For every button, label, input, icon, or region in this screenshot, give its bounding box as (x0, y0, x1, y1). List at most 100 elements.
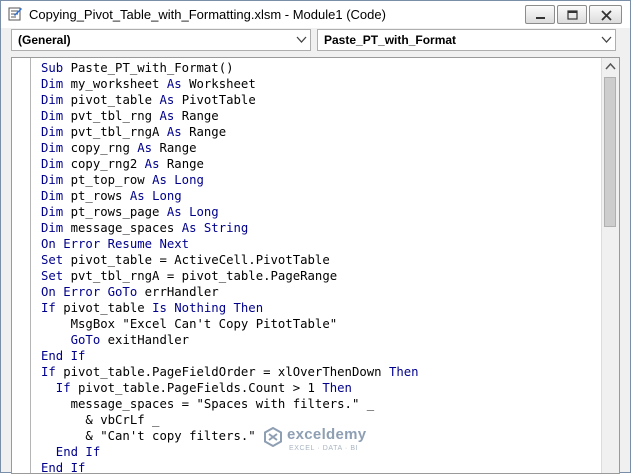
code-keyword: Dim (41, 157, 71, 171)
code-text-token: pivot_table.PageFieldOrder = xlOverThenD… (63, 365, 389, 379)
watermark-name: exceldemy (287, 426, 367, 443)
code-text-token: pt_rows_page (70, 205, 167, 219)
code-text-token: & vbCrLf _ (41, 413, 160, 427)
code-line[interactable]: If pivot_table Is Nothing Then (41, 300, 601, 316)
code-keyword: If (41, 381, 79, 395)
code-keyword: Dim (41, 77, 71, 91)
code-line[interactable]: End If (41, 460, 601, 474)
code-line[interactable]: On Error Resume Next (41, 236, 601, 252)
code-line[interactable]: Dim pvt_tbl_rngA As Range (41, 124, 601, 140)
exceldemy-watermark: exceldemy EXCEL · DATA · BI (263, 421, 393, 457)
minimize-button[interactable] (525, 5, 555, 24)
code-keyword: Sub (41, 61, 71, 75)
code-keyword: If (41, 301, 64, 315)
code-text-token: pivot_table (63, 301, 153, 315)
code-text-token: pivot_table = ActiveCell.PivotTable (70, 253, 330, 267)
code-line[interactable]: Dim pvt_tbl_rng As Range (41, 108, 601, 124)
code-line[interactable]: Sub Paste_PT_with_Format() (41, 60, 601, 76)
margin-indicator-bar[interactable] (12, 58, 31, 473)
code-keyword: As Long (129, 189, 182, 203)
code-keyword: Is Nothing Then (152, 301, 264, 315)
code-text-token: pivot_table.PageFields.Count > 1 (78, 381, 323, 395)
code-keyword: As (159, 109, 182, 123)
code-keyword: Then (388, 365, 419, 379)
code-line[interactable]: Set pvt_tbl_rngA = pivot_table.PageRange (41, 268, 601, 284)
code-keyword: As (159, 93, 182, 107)
code-text-token: copy_rng2 (70, 157, 145, 171)
code-text-token: errHandler (144, 285, 219, 299)
code-line[interactable]: Dim copy_rng2 As Range (41, 156, 601, 172)
code-line[interactable]: If pivot_table.PageFields.Count > 1 Then (41, 380, 601, 396)
code-text[interactable]: Sub Paste_PT_with_Format() Dim my_workshe… (41, 60, 601, 474)
code-keyword: Dim (41, 205, 71, 219)
code-keyword: As (166, 125, 190, 139)
exceldemy-logo-icon (264, 427, 282, 447)
code-line[interactable]: Dim pt_top_row As Long (41, 172, 601, 188)
code-keyword: If (41, 365, 64, 379)
code-line[interactable]: MsgBox "Excel Can't Copy PitotTable" (41, 316, 601, 332)
vba-code-window: Copying_Pivot_Table_with_Formatting.xlsm… (0, 0, 631, 474)
code-keyword: As Long (152, 173, 204, 187)
code-line[interactable]: If pivot_table.PageFieldOrder = xlOverTh… (41, 364, 601, 380)
title-bar[interactable]: Copying_Pivot_Table_with_Formatting.xlsm… (1, 1, 630, 28)
chevron-down-icon (296, 36, 307, 43)
code-keyword: GoTo (41, 333, 108, 347)
code-keyword: Dim (41, 109, 71, 123)
code-text-token: pvt_tbl_rng (70, 109, 160, 123)
code-text-token: Range (189, 125, 227, 139)
code-line[interactable]: GoTo exitHandler (41, 332, 601, 348)
code-line[interactable]: On Error GoTo errHandler (41, 284, 601, 300)
window-title: Copying_Pivot_Table_with_Formatting.xlsm… (29, 7, 386, 22)
code-editor[interactable]: Sub Paste_PT_with_Format() Dim my_workshe… (11, 57, 620, 474)
code-keyword: As (137, 141, 160, 155)
vertical-scrollbar[interactable] (601, 58, 619, 473)
procedure-dropdown-value: Paste_PT_with_Format (324, 33, 457, 47)
code-keyword: End If (41, 445, 101, 459)
code-line[interactable]: Dim pt_rows_page As Long (41, 204, 601, 220)
code-line[interactable]: End If (41, 348, 601, 364)
minimize-icon (536, 17, 545, 19)
code-text-token: Worksheet (189, 77, 256, 91)
code-keyword: Dim (41, 189, 71, 203)
code-keyword: Then (322, 381, 352, 395)
code-keyword: End If (41, 461, 86, 474)
code-keyword: Dim (41, 221, 71, 235)
code-keyword: On Error Resume Next (41, 237, 190, 251)
code-text-token: exitHandler (107, 333, 190, 347)
code-text-token: pt_rows (70, 189, 130, 203)
code-line[interactable]: Dim my_worksheet As Worksheet (41, 76, 601, 92)
code-keyword: Set (41, 253, 71, 267)
object-dropdown-value: (General) (18, 33, 71, 47)
scrollbar-thumb[interactable] (604, 77, 616, 227)
close-icon (601, 10, 612, 21)
code-text-token: PivotTable (181, 93, 256, 107)
code-line[interactable]: Dim pivot_table As PivotTable (41, 92, 601, 108)
code-text-token: message_spaces = "Spaces with filters." … (41, 397, 375, 411)
code-keyword: Dim (41, 93, 71, 107)
code-keyword: As (144, 157, 167, 171)
code-keyword: Set (41, 269, 71, 283)
code-text-token: my_worksheet (70, 77, 167, 91)
code-keyword: As Long (166, 205, 219, 219)
code-text-token: copy_rng (70, 141, 138, 155)
code-line[interactable]: message_spaces = "Spaces with filters." … (41, 396, 601, 412)
code-keyword: Dim (41, 125, 71, 139)
code-text-token: message_spaces (70, 221, 182, 235)
close-button[interactable] (589, 5, 622, 24)
scroll-up-arrow-icon[interactable] (602, 58, 619, 75)
code-line[interactable]: Dim copy_rng As Range (41, 140, 601, 156)
code-keyword: Dim (41, 141, 71, 155)
code-text-token: Range (159, 141, 197, 155)
procedure-dropdown[interactable]: Paste_PT_with_Format (317, 29, 616, 51)
code-line[interactable]: Dim pt_rows As Long (41, 188, 601, 204)
code-text-token: pivot_table (70, 93, 160, 107)
code-line[interactable]: Dim message_spaces As String (41, 220, 601, 236)
code-text-token: & "Can't copy filters." (41, 429, 256, 443)
maximize-button[interactable] (557, 5, 587, 24)
code-text-token: Paste_PT_with_Format() (70, 61, 234, 75)
code-line[interactable]: Set pivot_table = ActiveCell.PivotTable (41, 252, 601, 268)
code-keyword: Dim (41, 173, 71, 187)
object-dropdown[interactable]: (General) (11, 29, 311, 51)
code-text-token: Range (181, 109, 219, 123)
code-text-token: pt_top_row (70, 173, 153, 187)
